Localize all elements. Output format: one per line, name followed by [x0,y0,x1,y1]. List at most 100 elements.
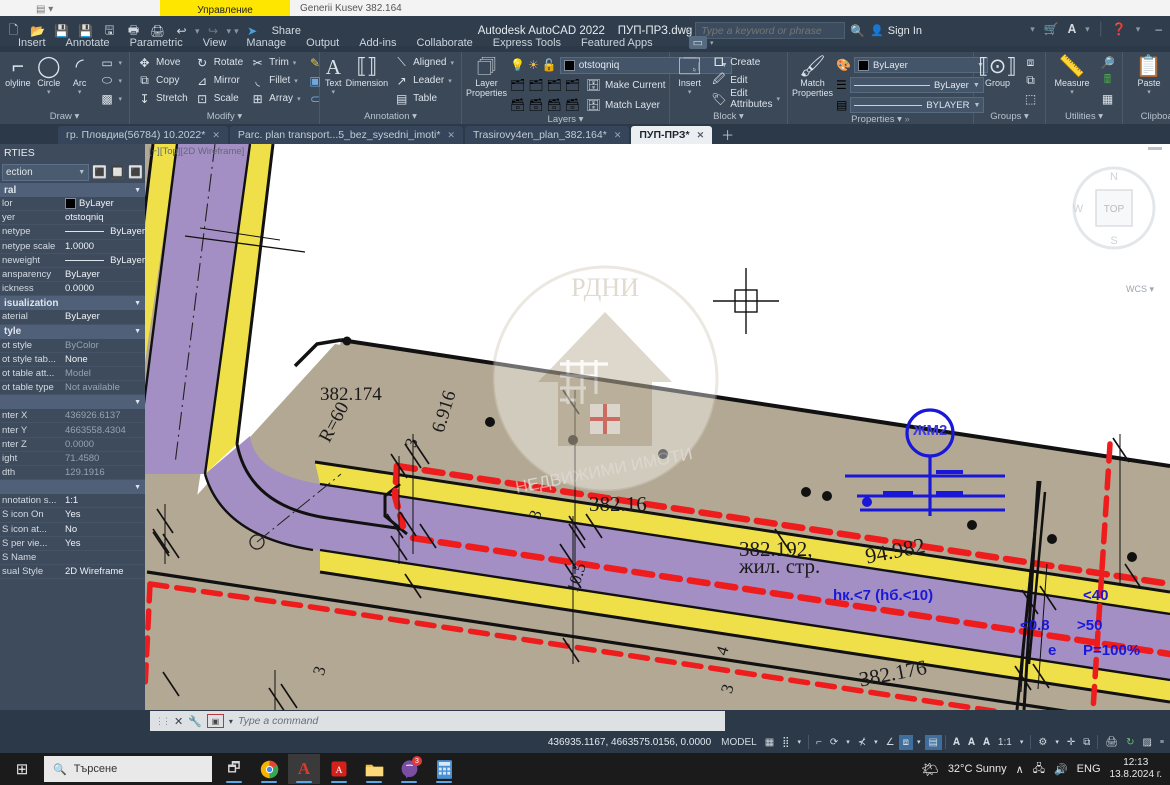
command-line-close-icon[interactable]: ✕ [174,715,183,728]
wcs-selector[interactable]: WCS ▾ [1126,284,1154,295]
property-value[interactable]: ByLayer [62,269,145,280]
property-group-header-4[interactable]: ▼ [0,480,145,494]
property-group-collapse-icon[interactable]: ▼ [134,399,141,406]
rotate-button[interactable]: ↻Rotate [192,54,246,71]
start-button[interactable]: ⊞ [0,753,44,785]
trim-dropdown-icon[interactable]: ▾ [293,59,297,67]
property-row[interactable]: S icon at...No [0,523,145,537]
osnap-dropdown-icon[interactable]: ▾ [870,736,882,748]
clock[interactable]: 12:13 13.8.2024 г. [1110,757,1162,781]
ribbon-tab-manage[interactable]: Manage [236,35,296,51]
property-value[interactable]: 129.1916 [62,467,145,478]
property-row[interactable]: yerotstoqniq [0,211,145,225]
autocad-icon[interactable]: A [288,754,320,784]
property-value[interactable]: ByLayer [62,311,145,322]
group-edit-button[interactable]: ⧉ [1020,72,1041,89]
create-block-button[interactable]: 🞑Create [708,54,783,71]
ucs-dropdown-icon[interactable]: ▾ [913,736,925,748]
selection-type-dropdown[interactable]: ection ▼ [2,164,89,181]
paste-button[interactable]: 📋 Paste ▾ [1127,54,1170,96]
ribbon-display-options[interactable]: ▭▾ [689,36,714,49]
property-group-collapse-icon[interactable]: ▼ [134,484,141,491]
property-row[interactable]: S Name [0,551,145,565]
navigation-bar-handle[interactable] [1148,147,1162,150]
property-value[interactable]: 2D Wireframe [62,566,145,577]
file-tab-close-icon[interactable]: ✕ [697,130,705,141]
stretch-button[interactable]: ↧Stretch [134,90,191,107]
property-value[interactable]: No [62,524,145,535]
property-value[interactable]: 436926.6137 [62,410,145,421]
scale-button[interactable]: ⊡Scale [192,90,246,107]
object-lineweight-selector[interactable]: BYLAYER ▼ [850,97,984,113]
quick-select-button[interactable]: 🔎 [1097,54,1118,71]
move-button[interactable]: ✥Move [134,54,191,71]
aligned-dimension-button[interactable]: ⟍Aligned▾ [391,54,457,71]
arc-button[interactable]: ◜ Arc ▾ [66,54,94,96]
edit-attributes-button[interactable]: 🏷Edit Attributes▾ [708,90,783,107]
command-line[interactable]: ⋮⋮ ✕ 🔧 ▣ ▾ Type a command [150,711,725,731]
viewport-label[interactable]: [−][Top][2D Wireframe] [149,146,244,157]
polar-tracking-toggle[interactable]: ⟳ [826,735,842,750]
aligned-dropdown-icon[interactable]: ▾ [450,59,454,67]
property-value[interactable]: 1:1 [62,495,145,506]
dimension-button[interactable]: ⟦⟧ Dimension [346,54,389,88]
property-group-collapse-icon[interactable]: ▼ [134,328,141,335]
arc-dropdown-icon[interactable]: ▾ [78,88,82,96]
ribbon-tab-collaborate[interactable]: Collaborate [407,35,483,51]
file-tab-2[interactable]: Trasirovy4en_plan_382.164*✕ [465,126,629,144]
ortho-mode-toggle[interactable]: ⌐ [812,735,826,750]
command-line-settings-icon[interactable]: 🔧 [188,715,202,728]
layer-on-icon[interactable]: 💡 [510,58,525,72]
viber-icon[interactable]: 3 [393,754,425,784]
annotation-visibility-toggle[interactable]: 𝐀 [979,735,994,750]
fullscreen-icon[interactable]: ✛ [1063,735,1079,750]
rectangle-button[interactable]: ▭▾ [96,54,125,71]
tray-expand-icon[interactable]: ∧ [1016,763,1024,776]
ribbon-options-dropdown-icon[interactable]: ▾ [710,39,714,47]
measure-button[interactable]: 📏 Measure ▾ [1050,54,1094,96]
dynamic-input-toggle[interactable]: ▤ [925,735,942,750]
property-value[interactable]: Model [62,368,145,379]
property-value[interactable]: Yes [62,509,145,520]
ellipse-button[interactable]: ⬭▾ [96,72,125,89]
select-objects-palette-icon[interactable]: 🔲 [110,165,125,179]
layer-lock-tool-icon[interactable]: 🗂 [565,78,580,92]
property-value[interactable]: 1.0000 [62,241,145,252]
layer-lock-icon[interactable]: 🔓 [542,58,557,72]
layer-turn-on-icon[interactable]: 🗃 [510,98,525,112]
object-color-selector[interactable]: ByLayer ▼ [854,57,988,73]
match-properties-button[interactable]: 🖌 Match Properties [792,54,833,98]
plot-status-icon[interactable]: 🖨 [1101,735,1122,750]
lineweight-toggle[interactable]: 𝐀 [949,735,964,750]
property-row[interactable]: aterialByLayer [0,310,145,324]
polyline-button[interactable]: ⌐ olyline [4,54,32,88]
text-button[interactable]: A Text ▾ [324,54,343,96]
property-row[interactable]: ickness0.0000 [0,282,145,296]
command-input[interactable]: Type a command [238,715,318,727]
property-row[interactable]: ansparencyByLayer [0,268,145,282]
annotation-panel-title[interactable]: Annotation ▾ [324,111,457,124]
object-linetype-selector[interactable]: ByLayer ▼ [850,77,984,93]
leader-button[interactable]: ↗Leader▾ [391,72,457,89]
layer-properties-button[interactable]: 🗇 Layer Properties [466,54,507,98]
property-group-header-1[interactable]: isualization▼ [0,296,145,310]
weather-label[interactable]: 32°C Sunny [948,763,1007,775]
ribbon-tab-add-ins[interactable]: Add-ins [349,35,406,51]
property-value[interactable]: 0.0000 [62,283,145,294]
new-file-tab-icon[interactable]: ＋ [714,125,741,144]
layer-freeze-icon[interactable]: ☀ [528,58,539,72]
calculator-icon[interactable] [428,754,460,784]
modify-panel-title[interactable]: Modify ▾ [134,111,315,124]
property-row[interactable]: netype scale1.0000 [0,240,145,254]
selection-dropdown-icon[interactable]: ▼ [78,169,85,176]
text-dropdown-icon[interactable]: ▾ [332,88,336,96]
layer-change-icon[interactable]: 🗃 [565,98,580,112]
table-button[interactable]: ▤Table [391,90,457,107]
task-view-icon[interactable]: 🗗 [218,754,250,784]
block-panel-title[interactable]: Block ▾ [674,111,783,124]
property-group-header-0[interactable]: ral▼ [0,183,145,197]
array-dropdown-icon[interactable]: ▾ [297,95,301,103]
hatch-button[interactable]: ▩▾ [96,90,125,107]
property-value[interactable]: otstoqniq [62,212,145,223]
file-tab-close-icon[interactable]: ✕ [212,130,220,141]
